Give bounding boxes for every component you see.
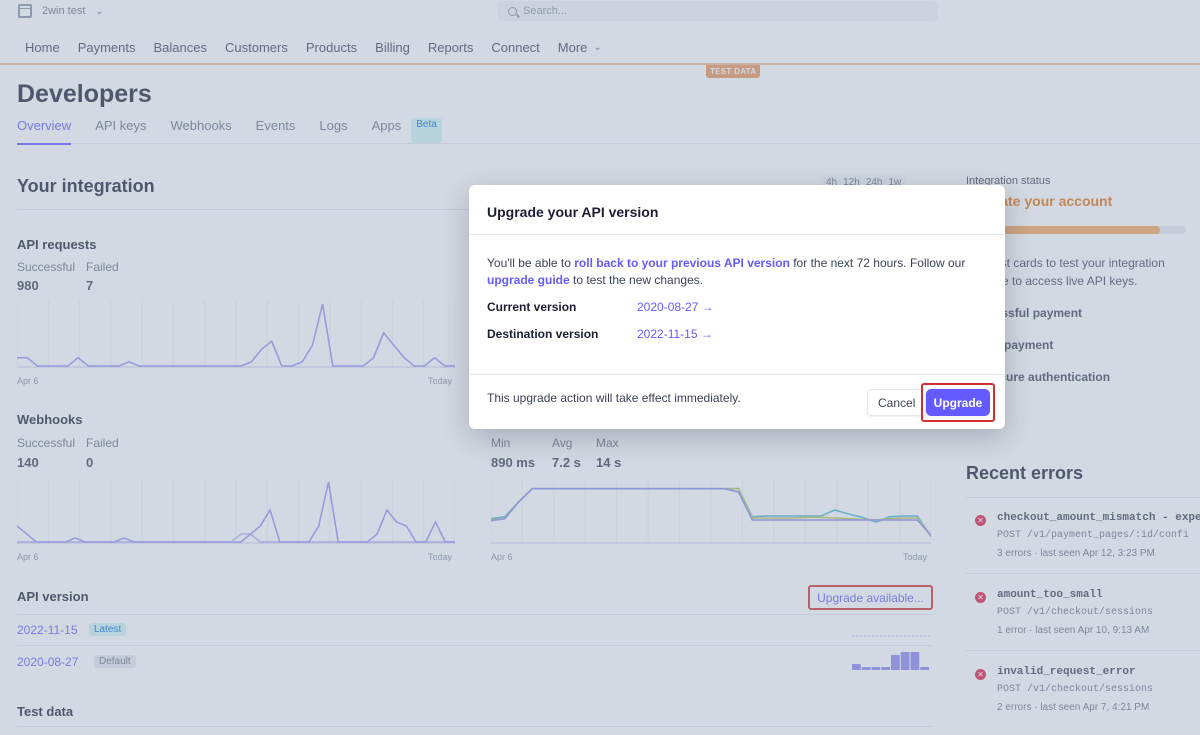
upgrade-api-modal: Upgrade your API version You'll be able … (469, 185, 1005, 429)
destination-version-label: Destination version (487, 327, 599, 341)
upgrade-guide-link[interactable]: upgrade guide (487, 273, 570, 287)
current-version-row: Current version 2020-08-27 → (487, 299, 987, 316)
current-version-link[interactable]: 2020-08-27 → (637, 299, 714, 316)
modal-title: Upgrade your API version (469, 185, 1005, 235)
destination-version-row: Destination version 2022-11-15 → (487, 326, 987, 343)
modal-body: You'll be able to roll back to your prev… (469, 235, 1005, 343)
current-version-label: Current version (487, 300, 577, 314)
modal-footer: This upgrade action will take effect imm… (469, 374, 1005, 429)
destination-version-link[interactable]: 2022-11-15 → (637, 326, 713, 343)
upgrade-button[interactable]: Upgrade (926, 389, 990, 416)
text: to test the new changes. (569, 273, 704, 287)
modal-description: You'll be able to roll back to your prev… (487, 255, 987, 289)
text: for the next 72 hours. Follow our (789, 256, 966, 270)
text: You'll be able to (487, 256, 575, 270)
rollback-link[interactable]: roll back to your previous API version (574, 256, 790, 270)
footer-note: This upgrade action will take effect imm… (487, 391, 741, 405)
cancel-button[interactable]: Cancel (867, 389, 927, 416)
upgrade-highlight: Upgrade (921, 383, 995, 422)
